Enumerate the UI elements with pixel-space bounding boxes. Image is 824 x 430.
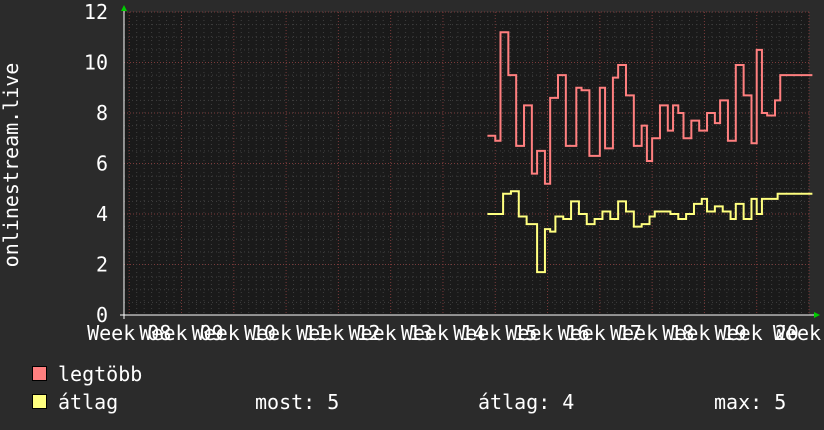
legend-swatch-legtobb (32, 366, 47, 381)
stat-atlag-label: átlag: (478, 390, 551, 414)
x-tick-label: Week 2 (773, 321, 824, 345)
y-tick-label: 12 (84, 0, 108, 24)
y-axis-ticks: 024681012 (84, 0, 108, 327)
y-tick-label: 10 (84, 51, 108, 75)
x-axis-arrow (814, 312, 820, 318)
y-axis-label: onlinestream.live (0, 63, 23, 268)
stat-max: max: 5 (714, 390, 786, 414)
stat-most-value: 5 (327, 390, 340, 414)
y-tick-label: 2 (96, 253, 108, 277)
y-axis-arrow (121, 5, 127, 11)
stat-max-value: 5 (774, 390, 787, 414)
y-tick-label: 4 (96, 202, 108, 226)
legend-item-atlag: átlag (32, 390, 118, 414)
legend-swatch-atlag (32, 394, 47, 409)
x-axis-ticks: Week 08Week 09Week 10Week 11Week 12Week … (87, 321, 824, 345)
stat-most: most: 5 (255, 390, 339, 414)
stat-atlag-value: 4 (562, 390, 575, 414)
stat-most-label: most: (255, 390, 316, 414)
legend-label-legtobb: legtöbb (58, 362, 143, 386)
legend-item-legtobb: legtöbb (32, 362, 142, 386)
y-tick-label: 6 (96, 152, 108, 176)
legend-label-atlag: átlag (58, 390, 119, 414)
stat-atlag: átlag: 4 (478, 390, 574, 414)
stat-max-label: max: (714, 390, 763, 414)
y-tick-label: 8 (96, 101, 108, 125)
